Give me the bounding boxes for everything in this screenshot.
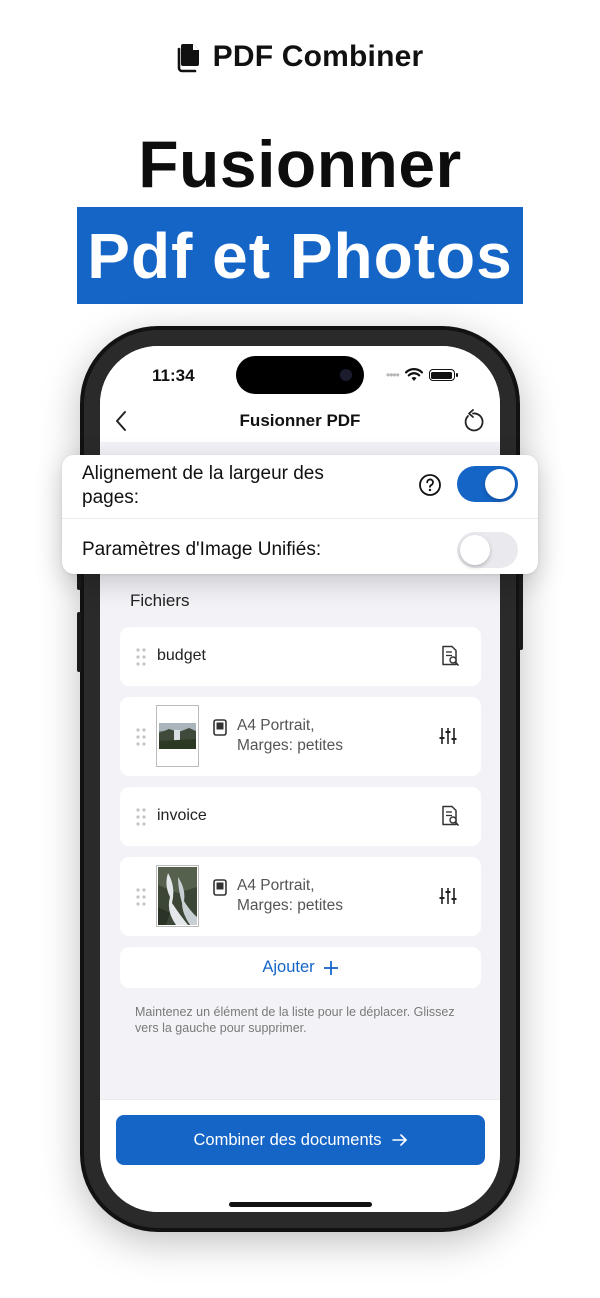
camera-icon	[340, 369, 352, 381]
plus-icon	[323, 960, 338, 975]
files-section-title: Fichiers	[130, 591, 190, 610]
width-alignment-toggle[interactable]	[457, 466, 518, 502]
waterfall-photo	[158, 867, 197, 925]
sliders-icon[interactable]	[438, 886, 458, 906]
document-preview-icon[interactable]	[440, 805, 460, 827]
bottom-bar: Combiner des documents	[100, 1099, 500, 1212]
reset-icon[interactable]	[460, 408, 486, 434]
options-card: Alignement de la largeur des pages: Para…	[62, 455, 538, 574]
brand-name: PDF Combiner	[212, 40, 424, 73]
file-item-image[interactable]: A4 Portrait, Marges: petites	[120, 857, 481, 936]
image-thumbnail	[156, 705, 199, 767]
page-format-icon	[213, 719, 227, 736]
header-area: 11:34 •••• Fusionner PDF	[100, 346, 500, 442]
sliders-icon[interactable]	[438, 726, 458, 746]
drag-handle-icon[interactable]	[135, 807, 147, 827]
toggle-knob	[485, 469, 515, 499]
document-preview-icon[interactable]	[440, 645, 460, 667]
page-title: Fusionner PDF	[239, 411, 361, 430]
headline: Fusionner	[138, 127, 462, 201]
drag-handle-icon[interactable]	[135, 647, 147, 667]
option-row-width-alignment: Alignement de la largeur des pages:	[62, 455, 538, 519]
unified-image-toggle[interactable]	[457, 532, 518, 568]
home-indicator	[229, 1202, 372, 1207]
document-stack-icon	[177, 44, 199, 73]
file-item-invoice[interactable]: invoice	[120, 787, 481, 846]
file-item-budget[interactable]: budget	[120, 627, 481, 686]
signal-icon: ••••	[386, 368, 400, 382]
combine-documents-button[interactable]: Combiner des documents	[116, 1115, 485, 1165]
image-settings-text: A4 Portrait, Marges: petites	[237, 877, 343, 914]
headline-highlight: Pdf et Photos	[77, 207, 523, 304]
help-icon[interactable]	[418, 473, 442, 497]
battery-icon	[428, 369, 458, 381]
drag-handle-icon[interactable]	[135, 887, 147, 907]
width-alignment-label: Alignement de la largeur des pages:	[82, 463, 324, 508]
add-label: Ajouter	[262, 958, 315, 976]
arrow-right-icon	[391, 1134, 407, 1146]
headline-highlight-text: Pdf et Photos	[87, 219, 513, 292]
wifi-icon	[404, 368, 423, 381]
landscape-photo	[159, 723, 196, 749]
image-thumbnail	[156, 865, 199, 927]
page-format-icon	[213, 879, 227, 896]
image-settings-text: A4 Portrait, Marges: petites	[237, 717, 343, 754]
phone-side-button	[77, 612, 81, 672]
dynamic-island	[236, 356, 364, 394]
brand: PDF Combiner	[0, 40, 600, 74]
hint-text: Maintenez un élément de la liste pour le…	[135, 1005, 455, 1035]
status-time: 11:34	[152, 366, 195, 385]
status-indicators: ••••	[386, 368, 458, 382]
unified-image-label: Paramètres d'Image Unifiés:	[82, 539, 322, 560]
file-item-image[interactable]: A4 Portrait, Marges: petites	[120, 697, 481, 776]
file-name: invoice	[157, 807, 207, 824]
file-name: budget	[157, 647, 206, 664]
drag-handle-icon[interactable]	[135, 727, 147, 747]
add-button[interactable]: Ajouter	[120, 947, 481, 988]
toggle-knob	[460, 535, 490, 565]
combine-label: Combiner des documents	[193, 1130, 382, 1149]
